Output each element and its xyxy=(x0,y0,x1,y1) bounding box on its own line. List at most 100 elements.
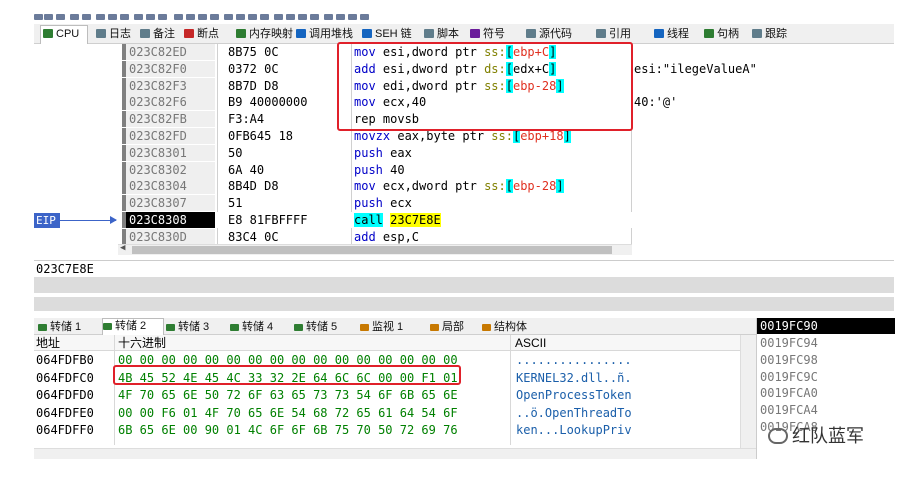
toolbar-button-icon[interactable] xyxy=(210,14,219,20)
disasm-row[interactable]: 023C8301 50 push eax xyxy=(34,144,894,161)
tab-7[interactable]: SEH 链 xyxy=(360,26,412,43)
toolbar-button-icon[interactable] xyxy=(82,14,91,20)
hex-dump-pane[interactable]: 地址 十六进制 ASCII 064FDFB0 00 00 00 00 00 00 … xyxy=(34,335,756,448)
toolbar-button-icon[interactable] xyxy=(348,14,357,20)
dump-address: 064FDFF0 xyxy=(36,423,94,437)
toolbar-button-icon[interactable] xyxy=(158,14,167,20)
toolbar-button-icon[interactable] xyxy=(198,14,207,20)
stack-top-row[interactable]: 0019FC90 xyxy=(757,318,895,334)
disasm-bytes: 0372 0C xyxy=(228,61,279,76)
toolbar-button-icon[interactable] xyxy=(120,14,129,20)
instruction-token: push xyxy=(354,145,391,160)
tab-13[interactable]: 句柄 xyxy=(702,26,739,43)
toolbar-button-icon[interactable] xyxy=(96,14,105,20)
dump-tab-2[interactable]: 转储 2 xyxy=(102,318,164,335)
disasm-bytes: 50 xyxy=(228,145,243,160)
tab-6[interactable]: 调用堆栈 xyxy=(294,26,353,43)
dump-horizontal-scrollbar[interactable] xyxy=(34,448,756,459)
toolbar-button-icon[interactable] xyxy=(70,14,79,20)
toolbar-button-icon[interactable] xyxy=(108,14,117,20)
dump-icon xyxy=(166,324,175,331)
tab-8[interactable]: 脚本 xyxy=(422,26,459,43)
dump-row[interactable]: 064FDFD0 4F 70 65 6E 50 72 6F 63 65 73 73… xyxy=(34,387,756,404)
locals-icon xyxy=(430,324,439,331)
main-tab-bar: CPU 日志 备注 断点 内存映射 调用堆栈 SEH 链 脚本 符号 源代码 引用 线程 句柄 跟踪 xyxy=(34,24,894,44)
disasm-instruction: mov ecx,dword ptr ss:[ebp-28] xyxy=(354,178,564,194)
scroll-left-icon[interactable]: ◀ xyxy=(120,243,125,253)
tab-label: 日志 xyxy=(109,28,131,40)
tab-1[interactable]: CPU xyxy=(40,25,88,44)
dump-tab-7[interactable]: 局部 xyxy=(430,320,464,335)
toolbar-button-icon[interactable] xyxy=(298,14,307,20)
toolbar-button-icon[interactable] xyxy=(56,14,65,20)
stack-row[interactable]: 0019FCA0 xyxy=(760,385,818,401)
disasm-row[interactable]: 023C8304 8B4D D8 mov ecx,dword ptr ss:[ebp… xyxy=(34,178,894,195)
stack-row[interactable]: 0019FC94 xyxy=(760,335,818,351)
dump-vertical-scrollbar[interactable] xyxy=(740,335,756,448)
dump-tab-6[interactable]: 监视 1 xyxy=(360,320,403,335)
toolbar-button-icon[interactable] xyxy=(248,14,257,20)
dump-row[interactable]: 064FDFF0 6B 65 6E 00 90 01 4C 6F 6F 6B 75… xyxy=(34,422,756,439)
tab-label: 源代码 xyxy=(539,28,572,40)
disassembly-horizontal-scrollbar[interactable]: ◀ xyxy=(118,243,632,255)
dump-ascii: KERNEL32.dll..ñ. xyxy=(516,370,632,385)
dump-tab-3[interactable]: 转储 3 xyxy=(166,320,209,335)
disasm-address: 023C8301 xyxy=(122,144,215,161)
toolbar-button-icon[interactable] xyxy=(324,14,333,20)
toolbar-button-icon[interactable] xyxy=(360,14,369,20)
toolbar-button-icon[interactable] xyxy=(174,14,183,20)
instruction-token: mov xyxy=(354,179,383,194)
disasm-comment: 40:'@' xyxy=(634,95,678,110)
dump-header-hex[interactable]: 十六进制 xyxy=(115,335,510,351)
toolbar-button-icon[interactable] xyxy=(44,14,53,20)
toolbar-button-icon[interactable] xyxy=(134,14,143,20)
scrollbar-thumb[interactable] xyxy=(132,246,612,254)
dump-header-address[interactable]: 地址 xyxy=(34,335,114,351)
toolbar-button-icon[interactable] xyxy=(146,14,155,20)
tab-3[interactable]: 备注 xyxy=(138,26,175,43)
dump-tab-4[interactable]: 转储 4 xyxy=(230,320,273,335)
tab-4[interactable]: 断点 xyxy=(182,26,219,43)
disasm-address: 023C830D xyxy=(122,228,215,245)
dump-hex-bytes: 6B 65 6E 00 90 01 4C 6F 6F 6B 75 70 50 7… xyxy=(118,423,458,437)
toolbar-button-icon[interactable] xyxy=(336,14,345,20)
tab-9[interactable]: 符号 xyxy=(468,26,505,43)
toolbar-button-icon[interactable] xyxy=(186,14,195,20)
eip-label: EIP xyxy=(34,213,60,228)
tab-10[interactable]: 源代码 xyxy=(524,26,572,43)
toolbar-button-icon[interactable] xyxy=(34,14,43,20)
toolbar-button-icon[interactable] xyxy=(310,14,319,20)
dump-header-ascii[interactable]: ASCII xyxy=(511,335,756,351)
dump-tab-1[interactable]: 转储 1 xyxy=(38,320,81,335)
tab-label: SEH 链 xyxy=(375,28,412,40)
dump-row[interactable]: 064FDFE0 00 00 F6 01 4F 70 65 6E 54 68 72… xyxy=(34,405,756,422)
tab-2[interactable]: 日志 xyxy=(94,26,131,43)
toolbar-button-icon[interactable] xyxy=(224,14,233,20)
dump-tab-8[interactable]: 结构体 xyxy=(482,320,527,335)
cpu-icon xyxy=(43,29,53,38)
dump-icon xyxy=(230,324,239,331)
toolbar-button-icon[interactable] xyxy=(236,14,245,20)
symbols-icon xyxy=(470,29,480,38)
disasm-instruction: push eax xyxy=(354,145,412,161)
stack-row[interactable]: 0019FCA4 xyxy=(760,402,818,418)
stack-row[interactable]: 0019FC98 xyxy=(760,352,818,368)
disasm-row[interactable]: 023C8308 E8 81FBFFFF call 23C7E8E xyxy=(34,212,894,228)
disasm-row[interactable]: 023C8302 6A 40 push 40 xyxy=(34,161,894,178)
disasm-row[interactable]: 023C8307 51 push ecx xyxy=(34,195,894,212)
watermark: 红队蓝军 xyxy=(768,426,864,448)
tab-14[interactable]: 跟踪 xyxy=(750,26,787,43)
memory-map-icon xyxy=(236,29,246,38)
disasm-row[interactable]: 023C830D 83C4 0C add esp,C xyxy=(34,228,894,245)
disasm-address: 023C82F6 xyxy=(122,94,215,111)
toolbar-button-icon[interactable] xyxy=(260,14,269,20)
toolbar-button-icon[interactable] xyxy=(274,14,283,20)
tab-12[interactable]: 线程 xyxy=(652,26,689,43)
stack-row[interactable]: 0019FC9C xyxy=(760,369,818,385)
tab-11[interactable]: 引用 xyxy=(594,26,631,43)
toolbar-button-icon[interactable] xyxy=(286,14,295,20)
dump-tab-5[interactable]: 转储 5 xyxy=(294,320,337,335)
dump-hex-bytes: 4F 70 65 6E 50 72 6F 63 65 73 73 54 6F 6… xyxy=(118,388,458,402)
tab-5[interactable]: 内存映射 xyxy=(234,26,293,43)
disasm-instruction: add esp,C xyxy=(354,229,419,245)
